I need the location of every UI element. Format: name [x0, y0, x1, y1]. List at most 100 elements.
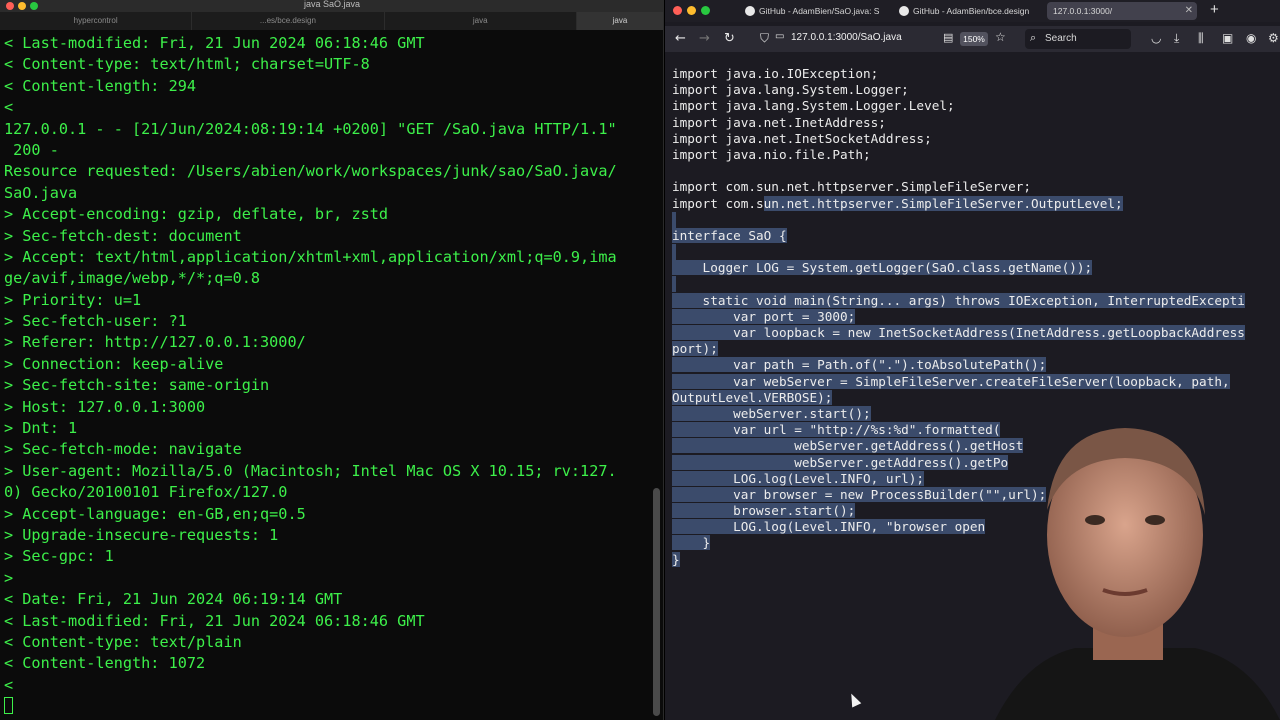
- selected-code-text: [672, 244, 676, 261]
- terminal-line: SaO.java: [4, 183, 78, 202]
- back-icon[interactable]: ←: [675, 31, 686, 46]
- download-icon[interactable]: ⤓: [1174, 31, 1179, 46]
- terminal-line: > Dnt: 1: [4, 419, 78, 438]
- forward-icon[interactable]: →: [699, 31, 710, 46]
- terminal-tab-active[interactable]: java: [576, 12, 664, 30]
- presenter-video-overlay: [995, 428, 1280, 720]
- search-icon: ⌕: [1030, 31, 1037, 44]
- code-line: [672, 244, 1245, 261]
- library-icon[interactable]: ⫼: [1198, 31, 1204, 46]
- search-box[interactable]: ⌕ Search: [1025, 29, 1131, 49]
- selected-code-text: webServer.getAddress().getHost: [672, 438, 1024, 454]
- browser-tab-label: 127.0.0.1:3000/: [1053, 6, 1113, 16]
- code-line: Logger LOG = System.getLogger(SaO.class.…: [672, 260, 1245, 276]
- terminal-title: java SaO.java: [303, 0, 361, 9]
- terminal-scrollbar[interactable]: [653, 488, 660, 716]
- code-line: var port = 3000;: [672, 308, 1245, 325]
- github-icon: [899, 6, 909, 16]
- terminal-tab[interactable]: ...es/bce.design: [192, 12, 385, 30]
- url-text[interactable]: 127.0.0.1:3000/SaO.java: [791, 32, 902, 43]
- browser-tab-active[interactable]: 127.0.0.1:3000/ ✕: [1047, 2, 1197, 20]
- reload-icon[interactable]: ↻: [724, 31, 735, 46]
- selected-code-text: var port = 3000;: [672, 308, 856, 324]
- terminal-line: > Sec-fetch-user: ?1: [4, 312, 187, 331]
- terminal-line: >: [4, 568, 14, 587]
- terminal-output[interactable]: < Last-modified: Fri, 21 Jun 2024 06:18:…: [4, 33, 652, 717]
- github-icon: [745, 6, 755, 16]
- code-line: [672, 276, 1245, 293]
- browser-maximize-button[interactable]: [701, 6, 710, 15]
- selected-code-text: OutputLevel.VERBOSE);: [672, 389, 833, 405]
- terminal-line: > Priority: u=1: [4, 290, 142, 309]
- account-icon[interactable]: ◉: [1246, 31, 1256, 45]
- terminal-window[interactable]: java SaO.java hypercontrol ...es/bce.des…: [0, 0, 664, 720]
- extensions-icon[interactable]: ⚙: [1268, 31, 1279, 45]
- code-line: import java.lang.System.Logger.Level;: [672, 98, 955, 114]
- sidebar-icon[interactable]: ▣: [1222, 31, 1233, 45]
- terminal-line: > User-agent: Mozilla/5.0 (Macintosh; In…: [4, 461, 617, 480]
- terminal-line: < Content-length: 1072: [4, 654, 206, 673]
- browser-toolbar: ← → ↻ ⛉ ▭ 127.0.0.1:3000/SaO.java ▤ 150%…: [665, 26, 1280, 52]
- code-line: var loopback = new InetSocketAddress(Ine…: [672, 325, 1245, 341]
- selected-code-text: port);: [672, 341, 718, 357]
- code-line: var webServer = SimpleFileServer.createF…: [672, 373, 1245, 390]
- code-line: import com.sun.net.httpserver.SimpleFile…: [672, 195, 1245, 212]
- zoom-level-badge[interactable]: 150%: [960, 32, 988, 46]
- new-tab-button[interactable]: +: [1210, 1, 1219, 18]
- terminal-titlebar[interactable]: java SaO.java: [0, 0, 664, 12]
- search-placeholder: Search: [1045, 33, 1077, 44]
- selected-code-text: [672, 211, 676, 228]
- terminal-line: 127.0.0.1 - - [21/Jun/2024:08:19:14 +020…: [4, 119, 617, 138]
- code-line: static void main(String... args) throws …: [672, 292, 1245, 309]
- terminal-line: > Sec-fetch-mode: navigate: [4, 440, 242, 459]
- close-tab-icon[interactable]: ✕: [1185, 2, 1193, 20]
- browser-tab[interactable]: GitHub - AdamBien/bce.design: [897, 2, 1037, 20]
- browser-minimize-button[interactable]: [687, 6, 696, 15]
- selected-code-text: Logger LOG = System.getLogger(SaO.class.…: [672, 260, 1093, 276]
- selected-code-text: interface SaO {: [672, 227, 787, 243]
- reader-view-icon[interactable]: ▤: [943, 31, 953, 44]
- selected-code-text: var path = Path.of(".").toAbsolutePath()…: [672, 357, 1047, 373]
- terminal-tab[interactable]: java: [385, 12, 577, 30]
- terminal-line: > Upgrade-insecure-requests: 1: [4, 525, 279, 544]
- selected-code-text: LOG.log(Level.INFO, url);: [672, 470, 925, 486]
- selected-code-text: }: [672, 535, 711, 551]
- terminal-line: < Date: Fri, 21 Jun 2024 06:19:14 GMT: [4, 590, 343, 609]
- terminal-line: < Content-type: text/plain: [4, 632, 242, 651]
- terminal-line: > Connection: keep-alive: [4, 354, 224, 373]
- terminal-line: <: [4, 98, 14, 117]
- selected-code-text: var browser = new ProcessBuilder(": [672, 486, 993, 502]
- selected-code-text: browser.start();: [672, 503, 856, 519]
- pocket-icon[interactable]: ◡: [1151, 31, 1161, 45]
- terminal-line: > Sec-fetch-dest: document: [4, 226, 242, 245]
- terminal-line: 200 -: [4, 140, 59, 159]
- selected-code-text: webServer.getAddress().getPo: [672, 454, 1009, 470]
- terminal-line: 0) Gecko/20100101 Firefox/127.0: [4, 483, 288, 502]
- terminal-tab[interactable]: hypercontrol: [0, 12, 193, 30]
- terminal-line: ge/avif,image/webp,*/*;q=0.8: [4, 269, 261, 288]
- code-line: import java.nio.file.Path;: [672, 146, 871, 162]
- selected-code-text: var url = "http://%s:%d".formatted(: [672, 422, 1001, 438]
- terminal-line: > Host: 127.0.0.1:3000: [4, 397, 206, 416]
- terminal-line: < Last-modified: Fri, 21 Jun 2024 06:18:…: [4, 611, 425, 630]
- terminal-line: > Sec-fetch-site: same-origin: [4, 376, 270, 395]
- url-bar[interactable]: ⛉ ▭ 127.0.0.1:3000/SaO.java ▤ 150% ☆: [753, 29, 1021, 49]
- terminal-line: > Accept-language: en-GB,en;q=0.5: [4, 504, 306, 523]
- terminal-prompt-line[interactable]: [4, 696, 652, 717]
- shield-icon[interactable]: ⛉: [760, 31, 769, 46]
- page-info-icon[interactable]: ▭: [775, 31, 784, 42]
- bookmark-star-icon[interactable]: ☆: [995, 30, 1006, 44]
- browser-close-window-button[interactable]: [673, 6, 682, 15]
- selected-code-text: un.net.httpserver.SimpleFileServer.Outpu…: [763, 195, 1123, 211]
- code-line: port);: [672, 341, 1245, 357]
- browser-tab-strip: GitHub - AdamBien/SaO.java: S GitHub - A…: [665, 0, 1280, 22]
- browser-tab[interactable]: GitHub - AdamBien/SaO.java: S: [743, 2, 883, 20]
- selected-code-text: [672, 276, 676, 293]
- terminal-tab-bar: hypercontrol ...es/bce.design java java: [0, 12, 664, 30]
- terminal-line: > Accept-encoding: gzip, deflate, br, zs…: [4, 205, 389, 224]
- code-line: import java.io.IOException;: [672, 66, 879, 81]
- code-line: [672, 211, 1245, 228]
- browser-tab-label: GitHub - AdamBien/bce.design: [913, 6, 1030, 16]
- browser-tab-label: GitHub - AdamBien/SaO.java: S: [759, 6, 880, 16]
